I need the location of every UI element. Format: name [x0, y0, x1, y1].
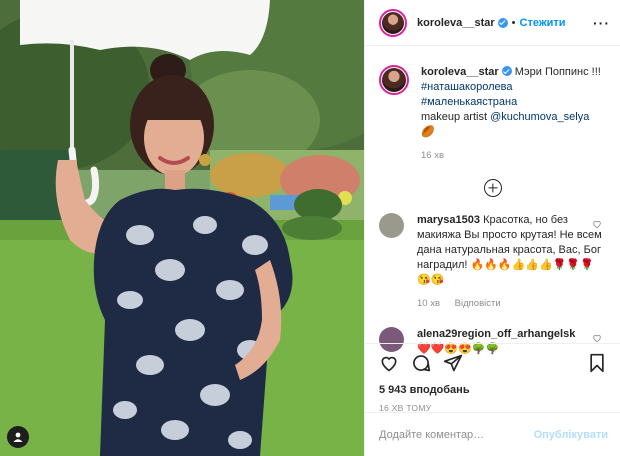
- more-icon[interactable]: ···: [593, 15, 610, 31]
- caption-text: Мэри Поппинс !!!: [514, 66, 601, 78]
- plus-circle-icon[interactable]: [483, 179, 502, 197]
- caption-credit-emoji: 🏉: [421, 126, 435, 138]
- comment-avatar[interactable]: [379, 213, 404, 238]
- load-more-comments[interactable]: [379, 179, 606, 197]
- comments-section: koroleva__star Мэри Поппинс !!! #наташак…: [365, 47, 620, 355]
- post-header: koroleva__star • Стежити ···: [365, 0, 620, 46]
- follow-button[interactable]: Стежити: [520, 17, 566, 29]
- comment-meta: 10 хв Відповісти: [417, 296, 606, 311]
- caption-avatar[interactable]: [379, 65, 409, 95]
- author-username[interactable]: koroleva__star: [417, 17, 495, 29]
- heart-icon[interactable]: [379, 353, 399, 373]
- comment-time[interactable]: 10 хв: [417, 298, 440, 309]
- post-caption: koroleva__star Мэри Поппинс !!! #наташак…: [379, 65, 606, 163]
- caption-credit-prefix: makeup artist: [421, 111, 488, 123]
- bookmark-icon[interactable]: [588, 353, 606, 373]
- likes-count[interactable]: 5 943 вподобань: [379, 384, 606, 396]
- action-icons: [379, 350, 606, 376]
- reply-button[interactable]: Відповісти: [455, 298, 501, 309]
- author-avatar[interactable]: [379, 8, 407, 37]
- caption-username[interactable]: koroleva__star: [421, 66, 499, 78]
- verified-icon: [497, 17, 508, 28]
- comment-username[interactable]: alena29region_off_arhangelsk: [417, 328, 575, 340]
- photo-illustration: [0, 0, 364, 456]
- publish-button[interactable]: Опублікувати: [534, 429, 608, 441]
- caption-credit-handle[interactable]: @kuchumova_selya: [490, 111, 589, 123]
- post-side-panel: koroleva__star • Стежити ··· koroleva__s…: [364, 0, 620, 456]
- post-actions: 5 943 вподобань 16 ХВ ТОМУ: [365, 343, 620, 413]
- comment-icon[interactable]: [411, 353, 431, 373]
- caption-hashtags[interactable]: #наташакоролева #маленькаястрана: [421, 81, 517, 108]
- separator-dot: •: [511, 16, 516, 29]
- heart-icon[interactable]: [592, 219, 602, 232]
- caption-time[interactable]: 16 хв: [421, 148, 606, 163]
- comment-username[interactable]: marysa1503: [417, 214, 480, 226]
- comment-input[interactable]: Додайте коментар…: [379, 429, 484, 441]
- share-icon[interactable]: [443, 353, 463, 373]
- post-photo[interactable]: [0, 0, 364, 456]
- user-tag-icon[interactable]: [7, 426, 29, 448]
- comment-body: marysa1503 Красотка, но без макияжа Вы п…: [417, 213, 606, 311]
- add-comment-bar: Додайте коментар… Опублікувати: [365, 412, 620, 456]
- comment-item: marysa1503 Красотка, но без макияжа Вы п…: [379, 213, 606, 311]
- verified-icon: [501, 66, 512, 76]
- caption-body: koroleva__star Мэри Поппинс !!! #наташак…: [421, 65, 606, 163]
